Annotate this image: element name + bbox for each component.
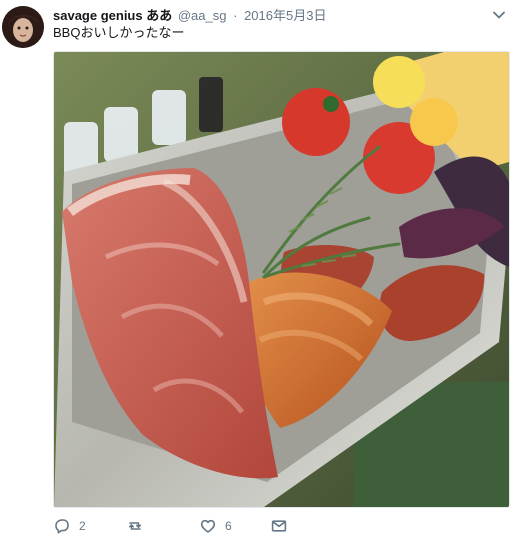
retweet-icon[interactable] <box>126 517 144 535</box>
tweet-photo[interactable] <box>53 51 510 508</box>
like-action[interactable]: 6 <box>199 516 232 536</box>
tweet-card: savage genius ああ @aa_sg · 2016年5月3日 BBQお… <box>0 0 514 548</box>
separator: · <box>233 8 238 23</box>
reply-icon[interactable] <box>53 517 71 535</box>
retweet-action[interactable] <box>126 516 152 536</box>
heart-icon[interactable] <box>199 517 217 535</box>
display-name[interactable]: savage genius ああ <box>53 8 172 23</box>
envelope-icon[interactable] <box>270 517 288 535</box>
reply-action[interactable]: 2 <box>53 516 86 536</box>
tweet-text: BBQおいしかったなー <box>53 25 185 40</box>
avatar[interactable] <box>2 6 44 48</box>
like-count: 6 <box>225 519 232 533</box>
tweet-header: savage genius ああ @aa_sg · 2016年5月3日 <box>53 8 326 24</box>
direct-message-action[interactable] <box>270 516 288 536</box>
chevron-down-icon[interactable] <box>492 8 506 22</box>
reply-count: 2 <box>79 519 86 533</box>
tweet-date[interactable]: 2016年5月3日 <box>244 8 326 23</box>
user-handle[interactable]: @aa_sg <box>178 8 227 23</box>
